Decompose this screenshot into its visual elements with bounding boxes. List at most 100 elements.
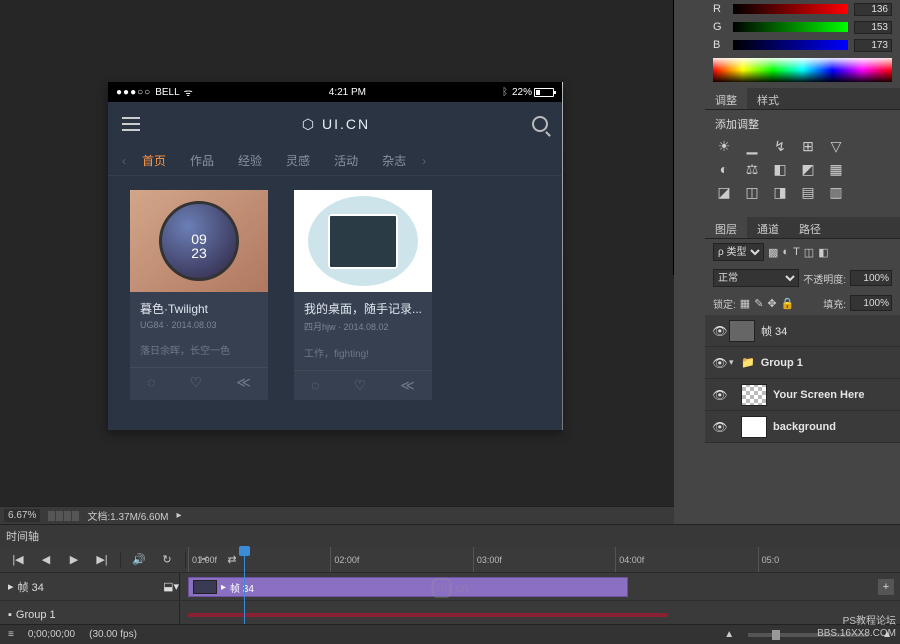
tab-experience[interactable]: 经验 bbox=[226, 152, 274, 169]
comment-icon[interactable]: ◌ bbox=[147, 374, 155, 391]
filter-smart-icon[interactable]: ◧ bbox=[818, 246, 828, 259]
track-name[interactable]: 帧 34 bbox=[18, 579, 44, 595]
loop-icon[interactable]: ↻ bbox=[155, 550, 179, 570]
layer-row[interactable]: 👁 帧 34 bbox=[705, 315, 900, 347]
b-value[interactable]: 173 bbox=[854, 39, 892, 52]
photo-filter-icon[interactable]: ◩ bbox=[799, 161, 817, 178]
doc-size-label: 文档:1.37M/6.60M bbox=[87, 508, 168, 523]
chevron-left-icon[interactable]: ‹ bbox=[118, 154, 130, 168]
track-toggle-icon[interactable]: ▸ bbox=[8, 580, 14, 593]
battery-indicator: 22% bbox=[512, 87, 554, 98]
search-icon[interactable] bbox=[532, 116, 548, 132]
comment-icon[interactable]: ◌ bbox=[311, 377, 319, 394]
tab-channels[interactable]: 通道 bbox=[747, 217, 789, 238]
tab-works[interactable]: 作品 bbox=[178, 152, 226, 169]
add-media-button[interactable]: + bbox=[878, 579, 894, 595]
lock-paint-icon[interactable]: ✎ bbox=[754, 297, 763, 310]
heart-icon[interactable]: ♡ bbox=[190, 374, 203, 391]
vibrance-icon[interactable]: ▽ bbox=[827, 138, 845, 155]
folder-toggle-icon[interactable]: ▾ bbox=[729, 357, 741, 368]
mixer-icon[interactable]: ▦ bbox=[827, 161, 845, 178]
current-time[interactable]: 0;00;00;00 bbox=[28, 629, 75, 640]
filter-shape-icon[interactable]: ◫ bbox=[804, 246, 814, 259]
status-arrow-icon[interactable]: ▸ bbox=[177, 510, 182, 521]
goto-first-icon[interactable]: |◀ bbox=[6, 550, 30, 570]
timeline-ruler[interactable]: 01:00f 02:00f 03:00f 04:00f 05:0 bbox=[188, 547, 900, 573]
clip-label: 帧 34 bbox=[230, 580, 254, 595]
doc-preview-icon[interactable] bbox=[48, 511, 79, 521]
levels-icon[interactable]: ▁ bbox=[743, 138, 761, 155]
lock-position-icon[interactable]: ✥ bbox=[767, 297, 776, 310]
layer-row[interactable]: 👁 ▾ 📁 Group 1 bbox=[705, 347, 900, 379]
card-item[interactable]: 09 23 暮色·Twilight UG84 · 2014.08.03 落日余晖… bbox=[130, 190, 268, 400]
timeline-tab[interactable]: 时间轴 bbox=[6, 528, 39, 544]
timeline-menu-icon[interactable]: ≡ bbox=[8, 629, 14, 640]
tab-paths[interactable]: 路径 bbox=[789, 217, 831, 238]
layer-name[interactable]: 帧 34 bbox=[761, 323, 894, 339]
layer-row[interactable]: 👁 background bbox=[705, 411, 900, 443]
tab-adjustments[interactable]: 调整 bbox=[705, 88, 747, 109]
layer-row[interactable]: 👁 Your Screen Here bbox=[705, 379, 900, 411]
visibility-icon[interactable]: 👁 bbox=[711, 356, 729, 370]
gradient-map-icon[interactable]: ▤ bbox=[799, 184, 817, 201]
track-prop-icon[interactable]: ⬓▾ bbox=[163, 580, 179, 593]
track-name[interactable]: Group 1 bbox=[16, 609, 56, 621]
menu-icon[interactable] bbox=[122, 117, 140, 131]
curves-icon[interactable]: ↯ bbox=[771, 138, 789, 155]
r-value[interactable]: 136 bbox=[854, 3, 892, 16]
filter-adjust-icon[interactable]: ◐ bbox=[782, 246, 789, 258]
share-icon[interactable]: ≪ bbox=[236, 374, 251, 391]
layers-panel-tabs: 图层 通道 路径 bbox=[705, 217, 900, 239]
selective-icon[interactable]: ▥ bbox=[827, 184, 845, 201]
r-slider[interactable] bbox=[733, 4, 848, 14]
b-slider[interactable] bbox=[733, 40, 848, 50]
visibility-icon[interactable]: 👁 bbox=[711, 324, 729, 338]
zoom-level[interactable]: 6.67% bbox=[4, 509, 40, 522]
timeline-clip[interactable]: ▸ 帧 34 bbox=[188, 577, 628, 597]
visibility-icon[interactable]: 👁 bbox=[711, 420, 729, 434]
filter-type-icon[interactable]: T bbox=[793, 246, 800, 258]
color-spectrum[interactable] bbox=[713, 58, 892, 82]
layer-name[interactable]: Group 1 bbox=[761, 357, 894, 369]
audio-icon[interactable]: 🔊 bbox=[127, 550, 151, 570]
filter-pixel-icon[interactable]: ▩ bbox=[768, 246, 778, 259]
fill-input[interactable] bbox=[850, 295, 892, 311]
g-slider[interactable] bbox=[733, 22, 848, 32]
posterize-icon[interactable]: ◫ bbox=[743, 184, 761, 201]
play-icon[interactable]: ▶ bbox=[62, 550, 86, 570]
bw-icon[interactable]: ◧ bbox=[771, 161, 789, 178]
balance-icon[interactable]: ⚖ bbox=[743, 161, 761, 178]
layer-name[interactable]: Your Screen Here bbox=[773, 389, 894, 401]
layer-kind-select[interactable]: ρ 类型 bbox=[713, 243, 764, 261]
tab-home[interactable]: 首页 bbox=[130, 152, 178, 169]
card-item[interactable]: 我的桌面，随手记录... 四月hjw · 2014.08.02 工作，fight… bbox=[294, 190, 432, 400]
brightness-icon[interactable]: ☀ bbox=[715, 138, 733, 155]
brand-logo: ⬡ UI.CN bbox=[302, 116, 370, 133]
opacity-input[interactable] bbox=[850, 270, 892, 286]
audio-clip[interactable] bbox=[188, 613, 668, 617]
wifi-icon: ᯤ bbox=[184, 85, 193, 99]
tab-events[interactable]: 活动 bbox=[322, 152, 370, 169]
zoom-out-icon[interactable]: ▲ bbox=[724, 629, 734, 640]
blend-mode-select[interactable]: 正常 bbox=[713, 269, 799, 287]
canvas-area[interactable]: ●●●○○ BELL ᯤ 4:21 PM ᛒ 22% ⬡ UI.CN ‹ 首页 … bbox=[0, 0, 674, 500]
visibility-icon[interactable]: 👁 bbox=[711, 388, 729, 402]
layer-name[interactable]: background bbox=[773, 421, 894, 433]
invert-icon[interactable]: ◪ bbox=[715, 184, 733, 201]
g-value[interactable]: 153 bbox=[854, 21, 892, 34]
prev-frame-icon[interactable]: ◀ bbox=[34, 550, 58, 570]
share-icon[interactable]: ≪ bbox=[400, 377, 415, 394]
lock-transparency-icon[interactable]: ▦ bbox=[740, 297, 750, 310]
tab-magazine[interactable]: 杂志 bbox=[370, 152, 418, 169]
next-frame-icon[interactable]: ▶| bbox=[90, 550, 114, 570]
hue-icon[interactable]: ◐ bbox=[715, 161, 733, 178]
tab-layers[interactable]: 图层 bbox=[705, 217, 747, 238]
layer-blend-row: 正常 不透明度: bbox=[705, 265, 900, 291]
heart-icon[interactable]: ♡ bbox=[354, 377, 367, 394]
tab-styles[interactable]: 样式 bbox=[747, 88, 789, 109]
exposure-icon[interactable]: ⊞ bbox=[799, 138, 817, 155]
chevron-right-icon[interactable]: › bbox=[418, 154, 430, 168]
lock-all-icon[interactable]: 🔒 bbox=[781, 297, 795, 310]
threshold-icon[interactable]: ◨ bbox=[771, 184, 789, 201]
tab-inspiration[interactable]: 灵感 bbox=[274, 152, 322, 169]
